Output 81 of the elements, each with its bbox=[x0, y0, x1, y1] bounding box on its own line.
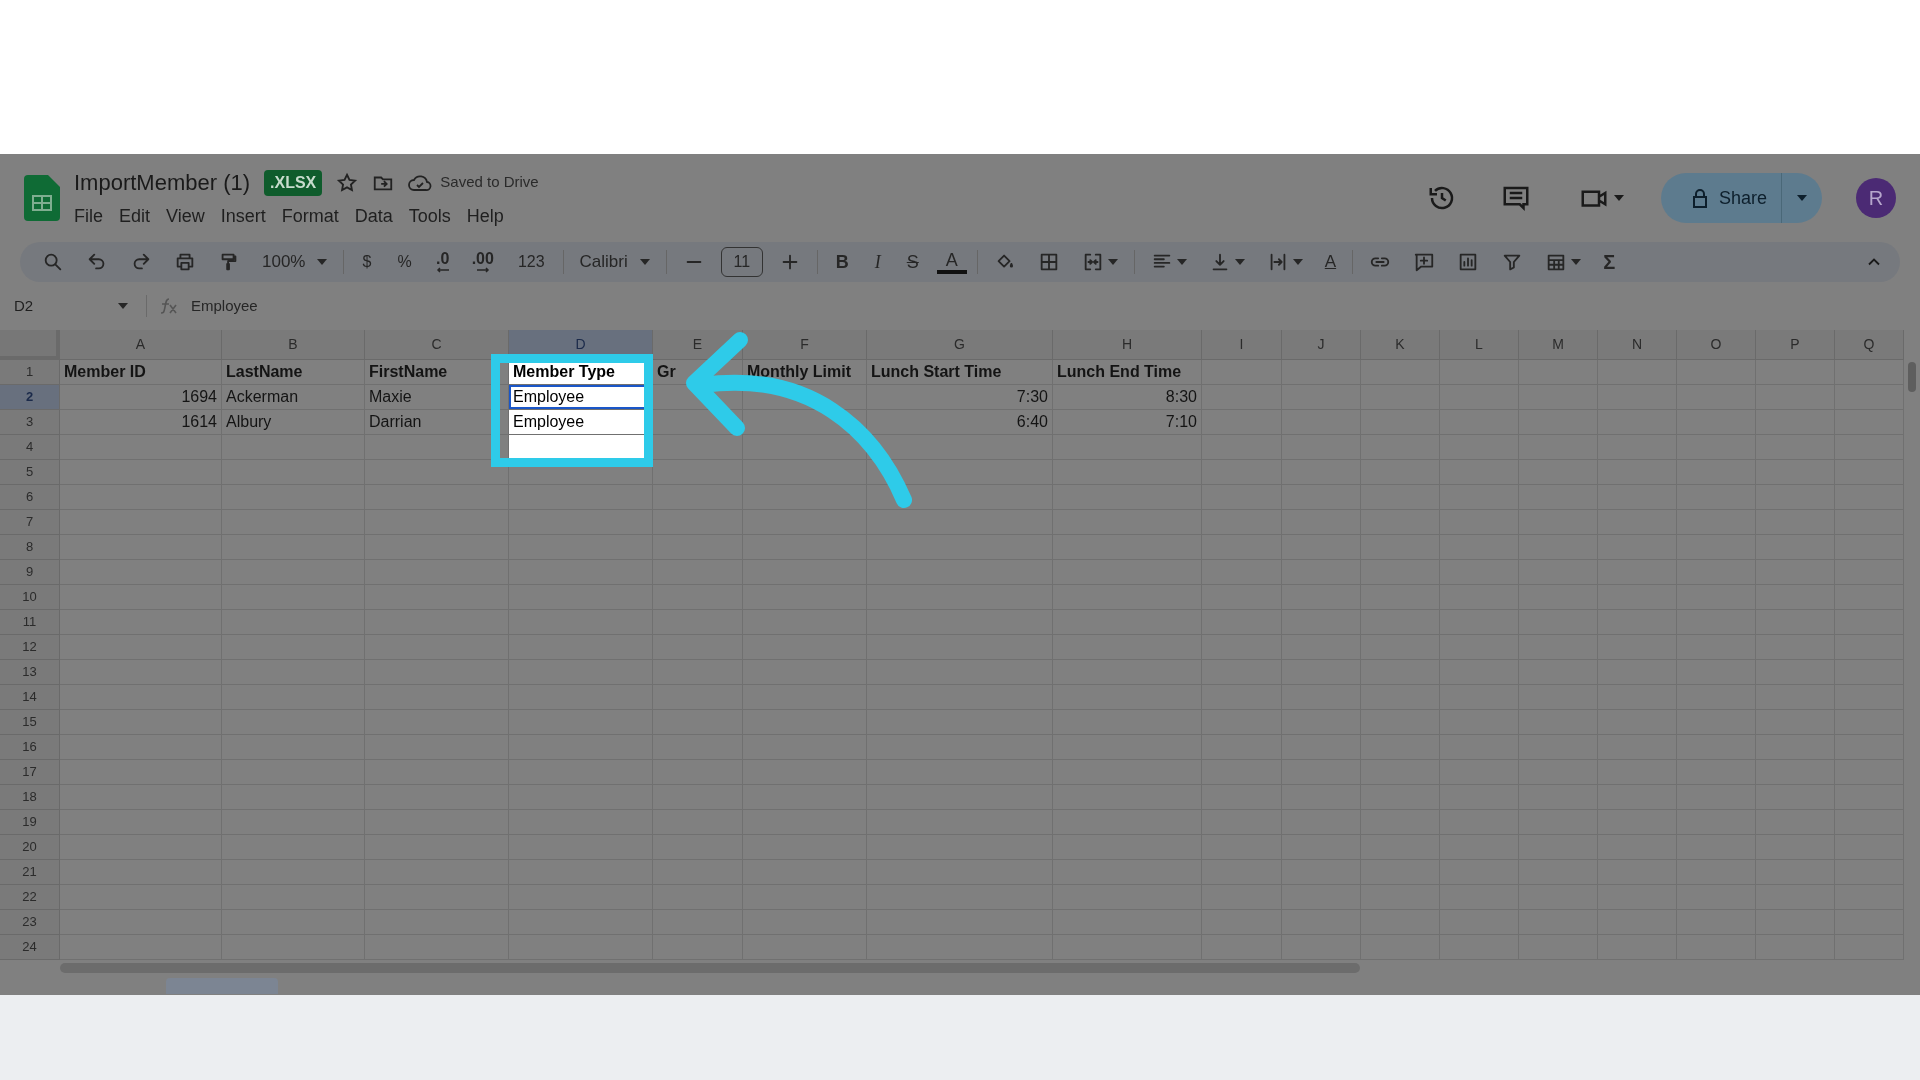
column-header[interactable]: N bbox=[1598, 330, 1677, 360]
table-cell[interactable]: Lunch Start Time bbox=[867, 360, 1053, 385]
strikethrough-button[interactable]: S bbox=[898, 248, 927, 276]
menu-item[interactable]: Help bbox=[458, 203, 512, 230]
formula-input[interactable]: Employee bbox=[191, 294, 258, 318]
row-header[interactable]: 6 bbox=[0, 485, 60, 510]
row-header[interactable]: 16 bbox=[0, 735, 60, 760]
format-button[interactable]: 123 bbox=[509, 250, 553, 274]
column-header[interactable]: O bbox=[1677, 330, 1756, 360]
column-header[interactable]: C bbox=[365, 330, 509, 360]
column-header[interactable]: K bbox=[1361, 330, 1440, 360]
save-status: Saved to Drive bbox=[440, 172, 539, 193]
document-title[interactable]: ImportMember (1) bbox=[74, 166, 251, 199]
menu-item[interactable]: Edit bbox=[111, 203, 159, 230]
table-cell[interactable]: 1694 bbox=[60, 385, 222, 410]
format-button[interactable]: % bbox=[389, 250, 420, 274]
table-cell[interactable]: Lunch End Time bbox=[1053, 360, 1202, 385]
text-color-button[interactable]: A bbox=[936, 250, 967, 274]
row-header[interactable]: 3 bbox=[0, 410, 60, 435]
text-rotation-button[interactable]: A bbox=[1318, 249, 1343, 275]
table-cell[interactable]: 8:30 bbox=[1053, 385, 1202, 410]
menu-item[interactable]: File bbox=[66, 203, 111, 230]
functions-button[interactable]: Σ bbox=[1597, 247, 1622, 277]
increase-decimal-button[interactable]: .00 bbox=[465, 251, 500, 273]
row-header[interactable]: 10 bbox=[0, 585, 60, 610]
row-header[interactable]: 13 bbox=[0, 660, 60, 685]
table-cell[interactable]: Albury bbox=[222, 410, 365, 435]
menu-item[interactable]: Data bbox=[346, 203, 401, 230]
column-header[interactable]: P bbox=[1756, 330, 1835, 360]
table-cell[interactable]: 7:30 bbox=[867, 385, 1053, 410]
column-header[interactable]: J bbox=[1282, 330, 1361, 360]
row-header[interactable]: 2 bbox=[0, 385, 60, 410]
column-header[interactable]: A bbox=[60, 330, 222, 360]
row-header[interactable]: 4 bbox=[0, 435, 60, 460]
row-header[interactable]: 23 bbox=[0, 910, 60, 935]
account-avatar[interactable]: R bbox=[1856, 178, 1896, 218]
file-type-badge: .XLSX bbox=[264, 169, 323, 196]
row-header[interactable]: 19 bbox=[0, 810, 60, 835]
name-box[interactable]: D2 bbox=[14, 294, 134, 318]
row-header[interactable]: 11 bbox=[0, 610, 60, 635]
table-cell[interactable]: Member ID bbox=[60, 360, 222, 385]
row-header[interactable]: 18 bbox=[0, 785, 60, 810]
column-header[interactable]: F bbox=[743, 330, 867, 360]
row-header[interactable]: 24 bbox=[0, 935, 60, 960]
table-cell[interactable]: 6:40 bbox=[867, 410, 1053, 435]
font-size-field[interactable]: 11 bbox=[720, 247, 763, 277]
zoom-dropdown[interactable]: 100% bbox=[256, 249, 334, 275]
table-cell[interactable]: 7:10 bbox=[1053, 410, 1202, 435]
row-header[interactable]: 20 bbox=[0, 835, 60, 860]
column-header[interactable]: G bbox=[867, 330, 1053, 360]
italic-button[interactable]: I bbox=[866, 248, 889, 276]
row-header[interactable]: 14 bbox=[0, 685, 60, 710]
column-header[interactable]: H bbox=[1053, 330, 1202, 360]
column-header[interactable]: M bbox=[1519, 330, 1598, 360]
row-header[interactable]: 8 bbox=[0, 535, 60, 560]
table-cell[interactable]: Monthly Limit bbox=[743, 360, 867, 385]
row-header[interactable]: 21 bbox=[0, 860, 60, 885]
decrease-decimal-button[interactable]: .0 bbox=[429, 251, 456, 273]
menu-item[interactable]: Insert bbox=[212, 203, 274, 230]
column-header[interactable]: L bbox=[1440, 330, 1519, 360]
column-header[interactable]: I bbox=[1202, 330, 1282, 360]
row-header[interactable]: 12 bbox=[0, 635, 60, 660]
menu-item[interactable]: View bbox=[158, 203, 213, 230]
row-header[interactable]: 17 bbox=[0, 760, 60, 785]
menu-item[interactable]: Format bbox=[273, 203, 347, 230]
font-dropdown[interactable]: Calibri bbox=[573, 249, 656, 275]
column-header[interactable]: Q bbox=[1835, 330, 1904, 360]
row-header[interactable]: 7 bbox=[0, 510, 60, 535]
row-header[interactable]: 22 bbox=[0, 885, 60, 910]
bold-button[interactable]: B bbox=[827, 248, 857, 276]
column-header[interactable]: B bbox=[222, 330, 365, 360]
row-header[interactable]: 5 bbox=[0, 460, 60, 485]
row-header[interactable]: 9 bbox=[0, 560, 60, 585]
table-cell[interactable]: Ackerman bbox=[222, 385, 365, 410]
row-header[interactable]: 1 bbox=[0, 360, 60, 385]
format-button[interactable]: $ bbox=[354, 250, 380, 274]
row-header[interactable]: 15 bbox=[0, 710, 60, 735]
menu-item[interactable]: Tools bbox=[400, 203, 459, 230]
table-cell[interactable]: LastName bbox=[222, 360, 365, 385]
table-cell[interactable]: Gr bbox=[653, 360, 743, 385]
table-cell[interactable]: 1614 bbox=[60, 410, 222, 435]
